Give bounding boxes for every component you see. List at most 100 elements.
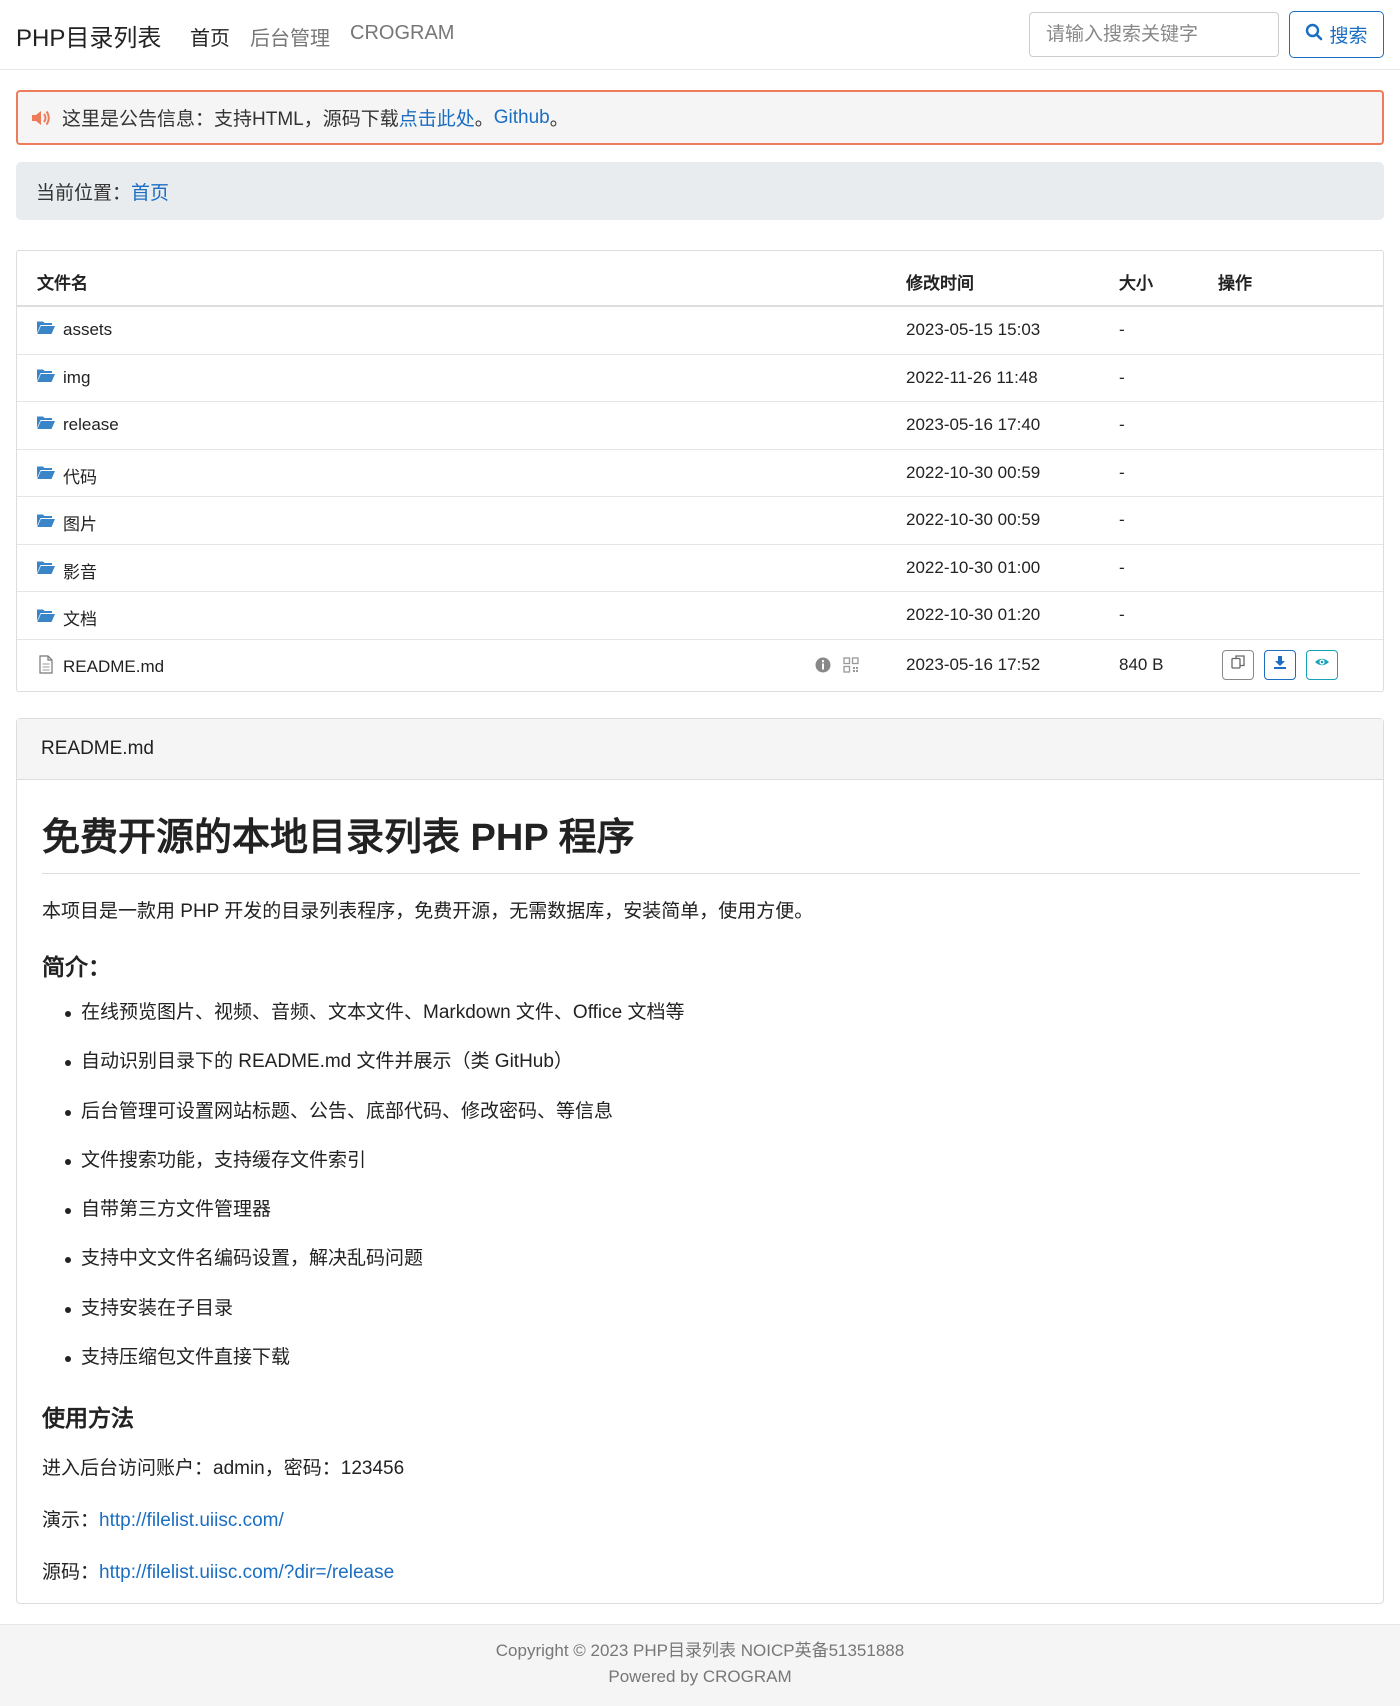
demo-label: 演示： <box>42 1510 100 1532</box>
readme-account: 进入后台访问账户：admin，密码：123456 <box>42 1458 405 1480</box>
qrcode-icon[interactable] <box>843 656 859 678</box>
eye-icon <box>1314 654 1330 675</box>
search-button[interactable]: 搜索 <box>1289 11 1384 58</box>
file-time: 2022-10-30 01:20 <box>906 605 1041 624</box>
file-time: 2022-10-30 01:00 <box>906 557 1041 577</box>
file-name[interactable]: 文档 <box>63 605 97 630</box>
file-size: - <box>1119 462 1125 482</box>
table-row[interactable]: assets 2023-05-15 15:03 - <box>17 307 1383 355</box>
file-name-cell[interactable]: img <box>37 368 90 388</box>
nav-links: 首页 后台管理 CROGRAM <box>190 22 454 51</box>
file-name[interactable]: release <box>63 415 119 435</box>
file-name-cell[interactable]: README.md <box>37 654 164 679</box>
file-name[interactable]: img <box>63 368 90 388</box>
list-item: 后台管理可设置网站标题、公告、底部代码、修改密码、等信息 <box>42 1100 1360 1149</box>
file-time: 2022-11-26 11:48 <box>906 367 1038 387</box>
file-name-cell[interactable]: 文档 <box>37 605 97 630</box>
table-row[interactable]: release 2023-05-16 17:40 - <box>17 402 1383 450</box>
preview-button[interactable] <box>1306 649 1338 680</box>
list-item: 支持中文文件名编码设置，解决乱码问题 <box>42 1247 1360 1296</box>
site-brand[interactable]: PHP目录列表 <box>16 18 161 53</box>
notice-download-link[interactable]: 点击此处 <box>399 104 475 131</box>
file-size: 840 B <box>1119 654 1164 674</box>
list-item: 支持安装在子目录 <box>42 1297 1360 1346</box>
table-row[interactable]: 图片 2022-10-30 00:59 - <box>17 497 1383 545</box>
file-name-cell[interactable]: 影音 <box>37 558 97 583</box>
file-name[interactable]: 代码 <box>63 463 97 488</box>
file-name-cell[interactable]: 代码 <box>37 463 97 488</box>
footer-powered-by: Powered by CROGRAM <box>608 1667 792 1686</box>
table-row[interactable]: 文档 2022-10-30 01:20 - <box>17 592 1383 640</box>
list-item: 在线预览图片、视频、音频、文本文件、Markdown 文件、Office 文档等 <box>42 1001 1360 1050</box>
table-row[interactable]: README.md 2023-05-16 17:52 840 B <box>17 640 1383 692</box>
notice-github-link[interactable]: Github <box>494 107 550 129</box>
readme-demo: 演示：http://filelist.uiisc.com/ <box>42 1505 1360 1532</box>
readme-intro: 本项目是一款用 PHP 开发的目录列表程序，免费开源，无需数据库，安装简单，使用… <box>42 901 814 922</box>
file-name[interactable]: 图片 <box>63 510 97 535</box>
file-time: 2023-05-16 17:40 <box>906 415 1041 434</box>
list-item: 自带第三方文件管理器 <box>42 1198 1360 1247</box>
table-row[interactable]: 代码 2022-10-30 00:59 - <box>17 450 1383 497</box>
file-name[interactable]: README.md <box>63 657 164 677</box>
source-link[interactable]: http://filelist.uiisc.com/?dir=/release <box>99 1562 394 1583</box>
download-button[interactable] <box>1264 649 1296 680</box>
readme-filename: README.md <box>41 738 154 759</box>
folder-icon <box>37 560 55 580</box>
table-header: 文件名 修改时间 大小 操作 <box>17 251 1383 307</box>
list-item: 自动识别目录下的 README.md 文件并展示（类 GitHub） <box>42 1050 1360 1099</box>
file-name-cell[interactable]: assets <box>37 320 112 340</box>
folder-icon <box>37 465 55 485</box>
file-time: 2022-10-30 00:59 <box>906 462 1041 482</box>
info-icon[interactable] <box>815 657 831 678</box>
folder-icon <box>37 320 55 340</box>
folder-icon <box>37 608 55 628</box>
copy-link-button[interactable] <box>1222 649 1254 680</box>
document-icon <box>37 654 55 679</box>
file-time: 2022-10-30 00:59 <box>906 510 1041 529</box>
page-footer: Copyright © 2023 PHP目录列表 NOICP英备51351888… <box>0 1624 1400 1706</box>
file-size: - <box>1119 367 1125 387</box>
source-label: 源码： <box>42 1562 100 1584</box>
list-item: 文件搜索功能，支持缓存文件索引 <box>42 1149 1360 1198</box>
notice-end: 。 <box>549 109 569 130</box>
breadcrumb-prefix: 当前位置： <box>36 182 132 204</box>
file-name-cell[interactable]: release <box>37 415 119 435</box>
list-item: 支持压缩包文件直接下载 <box>42 1346 1360 1395</box>
nav-link-home[interactable]: 首页 <box>190 22 230 51</box>
notice-text: 这里是公告信息：支持HTML，源码下载 <box>62 109 399 130</box>
breadcrumb-home-link[interactable]: 首页 <box>131 178 169 205</box>
readme-content: 免费开源的本地目录列表 PHP 程序 本项目是一款用 PHP 开发的目录列表程序… <box>42 780 1360 1584</box>
file-table: 文件名 修改时间 大小 操作 assets 2023-05-15 15:03 -… <box>16 250 1384 692</box>
file-name[interactable]: 影音 <box>63 558 97 583</box>
folder-icon <box>37 368 55 388</box>
col-header-time[interactable]: 修改时间 <box>906 269 974 294</box>
readme-panel: README.md 免费开源的本地目录列表 PHP 程序 本项目是一款用 PHP… <box>16 718 1384 1604</box>
features-list: 在线预览图片、视频、音频、文本文件、Markdown 文件、Office 文档等… <box>42 1001 1360 1395</box>
folder-icon <box>37 513 55 533</box>
nav-link-admin[interactable]: 后台管理 <box>250 22 330 51</box>
file-size: - <box>1119 557 1125 577</box>
search-icon <box>1305 23 1323 47</box>
copy-icon <box>1230 654 1246 675</box>
readme-usage-heading: 使用方法 <box>42 1405 134 1432</box>
search-input[interactable] <box>1029 12 1279 57</box>
demo-link[interactable]: http://filelist.uiisc.com/ <box>99 1510 284 1531</box>
table-row[interactable]: img 2022-11-26 11:48 - <box>17 355 1383 402</box>
file-size: - <box>1119 320 1125 339</box>
col-header-name[interactable]: 文件名 <box>37 269 88 294</box>
nav-link-crogram[interactable]: CROGRAM <box>350 22 454 51</box>
readme-features-heading: 简介： <box>42 954 111 980</box>
file-time: 2023-05-16 17:52 <box>906 654 1041 674</box>
download-icon <box>1272 654 1288 675</box>
folder-icon <box>37 415 55 435</box>
search-button-label: 搜索 <box>1329 26 1368 47</box>
file-size: - <box>1119 415 1125 434</box>
readme-source: 源码：http://filelist.uiisc.com/?dir=/relea… <box>42 1557 1360 1584</box>
file-ops <box>1222 649 1338 680</box>
top-navbar: PHP目录列表 首页 后台管理 CROGRAM 搜索 <box>0 0 1400 70</box>
file-name-cell[interactable]: 图片 <box>37 510 97 535</box>
readme-header: README.md <box>17 719 1383 780</box>
file-name[interactable]: assets <box>63 320 112 340</box>
col-header-size[interactable]: 大小 <box>1119 269 1153 294</box>
table-row[interactable]: 影音 2022-10-30 01:00 - <box>17 545 1383 592</box>
